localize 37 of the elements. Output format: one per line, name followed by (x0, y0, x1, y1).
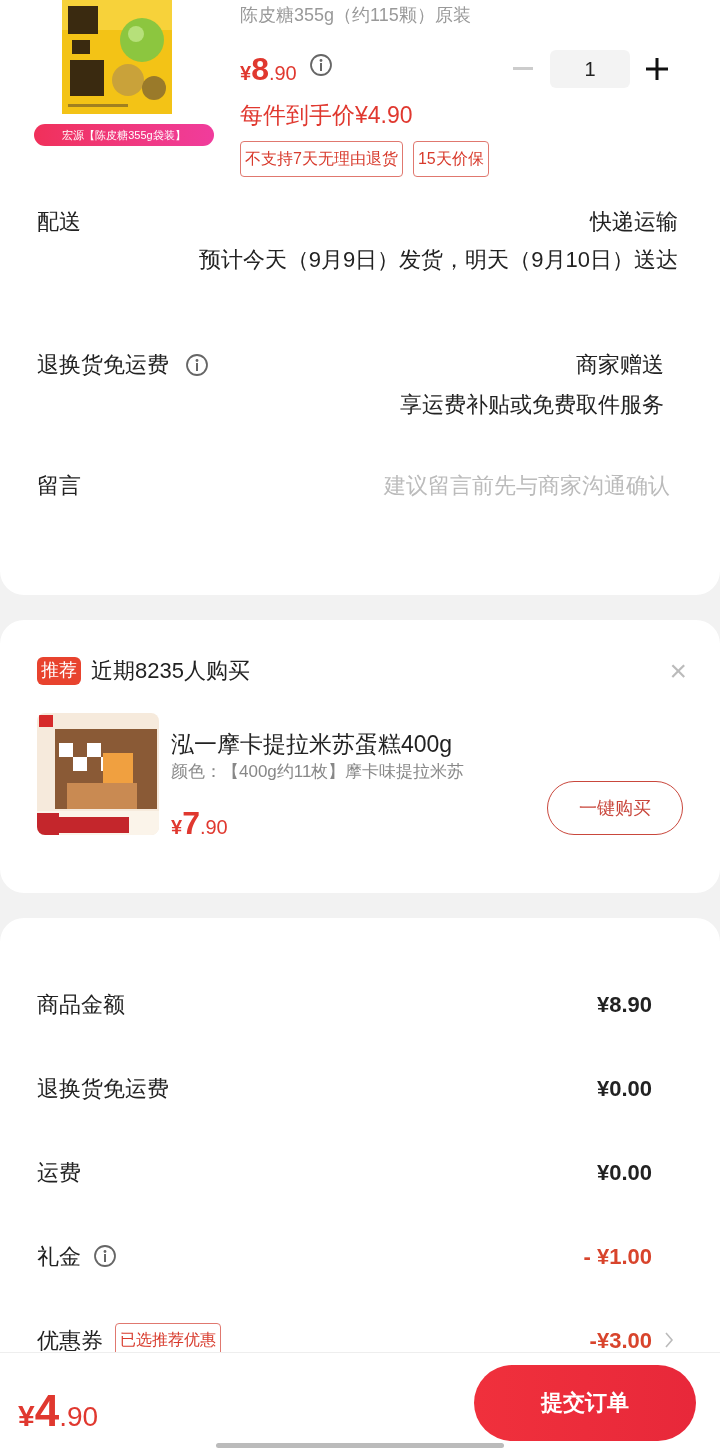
plus-icon (646, 58, 668, 80)
row-label: 退换货免运费 (37, 351, 169, 379)
image-label: 宏源【陈皮糖355g袋装】 (34, 124, 214, 146)
row-value: 快递运输 (590, 208, 678, 236)
recommend-badge: 推荐 (37, 656, 81, 685)
service-tag: 不支持7天无理由退货 (240, 141, 403, 177)
fee-value: ¥0.00 (596, 1158, 652, 1187)
fee-value: -¥3.00 (589, 1326, 652, 1355)
fee-label: 运费 (37, 1158, 81, 1187)
service-tag: 15天价保 (412, 141, 489, 177)
final-price: 每件到手价¥4.90 (240, 101, 414, 130)
fee-value: - ¥1.00 (583, 1242, 652, 1271)
row-label: 留言 (37, 472, 81, 500)
info-icon[interactable] (308, 53, 333, 77)
fee-label: 优惠券 (37, 1326, 103, 1355)
row-detail: 享运费补贴或免费取件服务 (400, 391, 664, 419)
recommend-price: ¥7.90 (171, 804, 228, 843)
row-value: 商家赠送 (576, 351, 664, 379)
recommend-title: 近期8235人购买 (91, 657, 250, 685)
total-price: ¥4.90 (18, 1384, 99, 1437)
recommend-product-name: 泓一摩卡提拉米苏蛋糕400g (171, 730, 454, 759)
product-price: ¥8.90 (240, 50, 297, 89)
info-icon[interactable] (185, 353, 209, 377)
minus-icon (513, 67, 533, 71)
product-spec: 陈皮糖355g（约115颗）原装 (240, 4, 472, 27)
fee-label: 退换货免运费 (37, 1074, 169, 1103)
message-field[interactable]: 建议留言前先与商家沟通确认 (270, 469, 670, 502)
delivery-estimate: 预计今天（9月9日）发货，明天（9月10日）送达 (197, 246, 678, 274)
submit-order-button[interactable]: 提交订单 (474, 1364, 696, 1441)
fee-value: ¥0.00 (596, 1074, 652, 1103)
fee-label: 礼金 (37, 1242, 81, 1271)
recommend-product-spec: 颜色：【400g约11枚】摩卡味提拉米苏 (171, 761, 466, 783)
fee-label: 商品金额 (37, 990, 125, 1019)
fee-value: ¥8.90 (596, 990, 652, 1019)
row-label: 配送 (37, 208, 81, 236)
info-icon[interactable] (93, 1244, 117, 1268)
quantity-field[interactable]: 1 (550, 50, 630, 88)
